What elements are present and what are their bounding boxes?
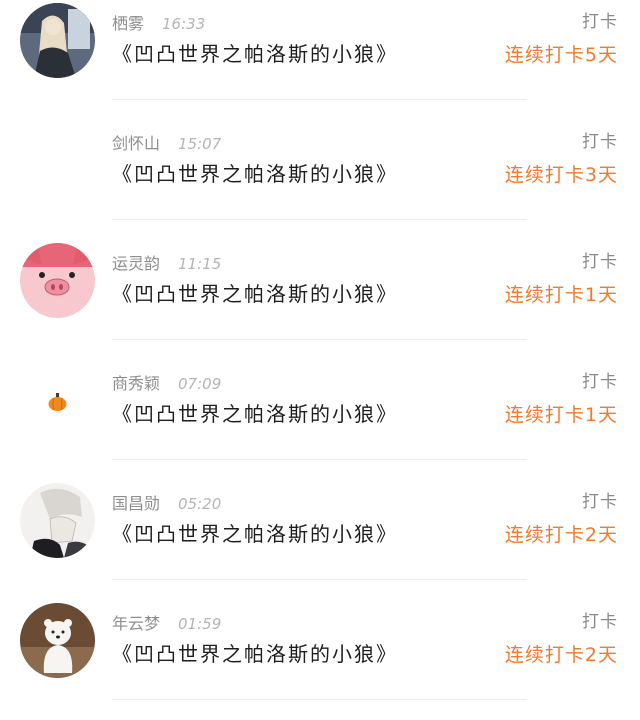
divider: [112, 579, 527, 580]
user-name[interactable]: 运灵韵: [112, 254, 160, 273]
anime-sketch-icon: [20, 483, 95, 558]
book-title[interactable]: 《凹凸世界之帕洛斯的小狼》: [112, 521, 398, 547]
streak-badge: 连续打卡2天: [504, 524, 618, 546]
avatar[interactable]: [20, 243, 95, 318]
girl-photo-icon: [20, 3, 95, 78]
entry-meta: 年云梦 01:59: [112, 614, 221, 634]
checkin-time: 11:15: [178, 255, 222, 273]
divider: [112, 459, 527, 460]
streak-badge: 连续打卡1天: [504, 284, 618, 306]
divider: [112, 339, 527, 340]
entry-meta: 栖雾 16:33: [112, 14, 205, 34]
checkin-label: 打卡: [582, 372, 618, 392]
book-title[interactable]: 《凹凸世界之帕洛斯的小狼》: [112, 401, 398, 427]
list-item[interactable]: 年云梦 01:59 《凹凸世界之帕洛斯的小狼》 打卡 连续打卡2天: [0, 600, 640, 720]
checkin-time: 05:20: [178, 495, 222, 513]
streak-badge: 连续打卡5天: [504, 44, 618, 66]
user-name[interactable]: 剑怀山: [112, 134, 160, 153]
list-item[interactable]: 商秀颖 07:09 《凹凸世界之帕洛斯的小狼》 打卡 连续打卡1天: [0, 360, 640, 480]
checkin-label: 打卡: [582, 252, 618, 272]
avatar[interactable]: [20, 603, 95, 678]
entry-meta: 国昌勋 05:20: [112, 494, 221, 514]
divider: [112, 99, 527, 100]
avatar[interactable]: [20, 363, 95, 438]
user-name[interactable]: 国昌勋: [112, 494, 160, 513]
entry-meta: 运灵韵 11:15: [112, 254, 221, 274]
book-title[interactable]: 《凹凸世界之帕洛斯的小狼》: [112, 281, 398, 307]
white-bear-icon: [20, 603, 95, 678]
streak-badge: 连续打卡2天: [504, 644, 618, 666]
checkin-time: 15:07: [178, 135, 222, 153]
checkin-time: 07:09: [178, 375, 222, 393]
streak-badge: 连续打卡1天: [504, 404, 618, 426]
pumpkin-icon: [48, 393, 67, 411]
checkin-label: 打卡: [582, 12, 618, 32]
avatar[interactable]: [20, 483, 95, 558]
checkin-label: 打卡: [582, 492, 618, 512]
streak-badge: 连续打卡3天: [504, 164, 618, 186]
book-title[interactable]: 《凹凸世界之帕洛斯的小狼》: [112, 161, 398, 187]
checkin-list: 栖雾 16:33 《凹凸世界之帕洛斯的小狼》 打卡 连续打卡5天 剑怀山 15:07…: [0, 0, 640, 706]
divider: [112, 699, 527, 700]
checkin-time: 16:33: [162, 15, 206, 33]
avatar[interactable]: [20, 123, 95, 198]
user-name[interactable]: 商秀颖: [112, 374, 160, 393]
list-item[interactable]: 运灵韵 11:15 《凹凸世界之帕洛斯的小狼》 打卡 连续打卡1天: [0, 240, 640, 360]
entry-meta: 商秀颖 07:09: [112, 374, 221, 394]
checkin-label: 打卡: [582, 132, 618, 152]
book-title[interactable]: 《凹凸世界之帕洛斯的小狼》: [112, 41, 398, 67]
book-title[interactable]: 《凹凸世界之帕洛斯的小狼》: [112, 641, 398, 667]
checkin-time: 01:59: [178, 615, 222, 633]
pig-icon: [20, 243, 95, 318]
list-item[interactable]: 国昌勋 05:20 《凹凸世界之帕洛斯的小狼》 打卡 连续打卡2天: [0, 480, 640, 600]
list-item[interactable]: 栖雾 16:33 《凹凸世界之帕洛斯的小狼》 打卡 连续打卡5天: [0, 0, 640, 120]
entry-meta: 剑怀山 15:07: [112, 134, 221, 154]
avatar[interactable]: [20, 3, 95, 78]
checkin-label: 打卡: [582, 612, 618, 632]
user-name[interactable]: 年云梦: [112, 614, 160, 633]
list-item[interactable]: 剑怀山 15:07 《凹凸世界之帕洛斯的小狼》 打卡 连续打卡3天: [0, 120, 640, 240]
divider: [112, 219, 527, 220]
user-name[interactable]: 栖雾: [112, 14, 144, 33]
